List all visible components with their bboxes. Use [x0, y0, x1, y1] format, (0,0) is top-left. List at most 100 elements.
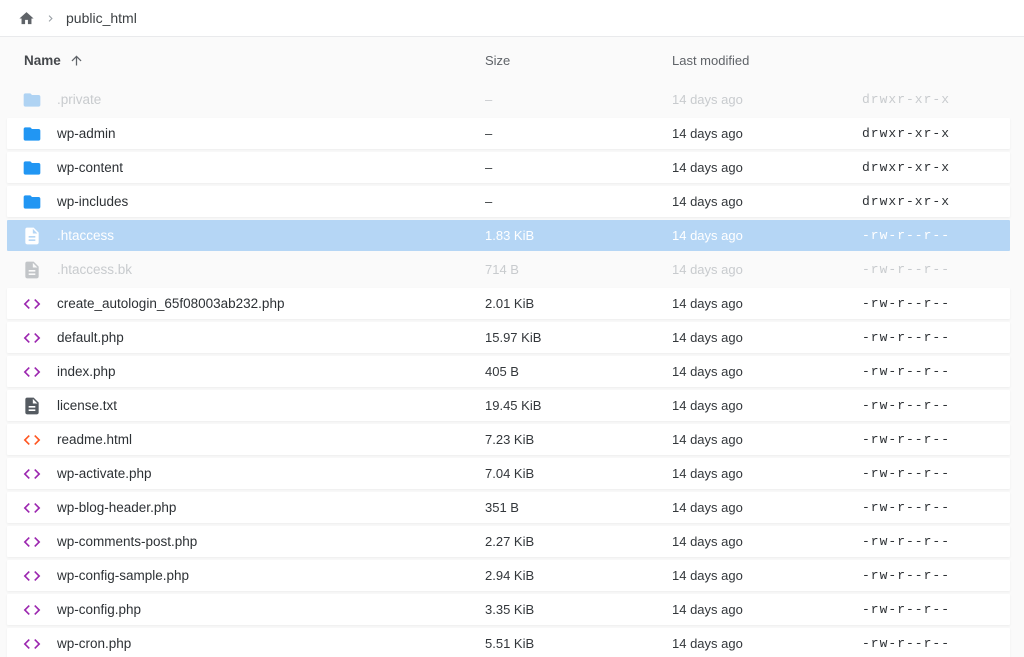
- file-permissions: drwxr-xr-x: [862, 160, 1010, 175]
- table-row[interactable]: wp-admin – 14 days ago drwxr-xr-x: [7, 118, 1010, 149]
- table-row[interactable]: wp-content – 14 days ago drwxr-xr-x: [7, 152, 1010, 183]
- file-icon: [22, 260, 42, 280]
- file-modified: 14 days ago: [672, 194, 862, 209]
- file-size: 405 B: [485, 364, 672, 379]
- breadcrumb-item-public-html[interactable]: public_html: [66, 10, 137, 26]
- table-row[interactable]: wp-config-sample.php 2.94 KiB 14 days ag…: [7, 560, 1010, 591]
- arrow-up-icon: [69, 53, 84, 68]
- file-modified: 14 days ago: [672, 92, 862, 107]
- file-size: –: [485, 160, 672, 175]
- code-icon: [22, 532, 42, 552]
- file-name: wp-config-sample.php: [57, 568, 189, 583]
- file-size: 3.35 KiB: [485, 602, 672, 617]
- file-size: 2.27 KiB: [485, 534, 672, 549]
- code-icon: [22, 634, 42, 654]
- file-permissions: drwxr-xr-x: [862, 92, 1010, 107]
- table-row[interactable]: wp-activate.php 7.04 KiB 14 days ago -rw…: [7, 458, 1010, 489]
- file-size: 2.01 KiB: [485, 296, 672, 311]
- column-header-modified[interactable]: Last modified: [672, 53, 862, 68]
- file-permissions: drwxr-xr-x: [862, 126, 1010, 141]
- file-modified: 14 days ago: [672, 500, 862, 515]
- table-row[interactable]: index.php 405 B 14 days ago -rw-r--r--: [7, 356, 1010, 387]
- code-icon: [22, 600, 42, 620]
- file-modified: 14 days ago: [672, 160, 862, 175]
- column-header-size[interactable]: Size: [485, 53, 672, 68]
- file-size: 1.83 KiB: [485, 228, 672, 243]
- code-icon: [22, 464, 42, 484]
- file-name-cell: .htaccess.bk: [7, 260, 485, 280]
- folder-icon: [22, 124, 42, 144]
- file-size: 19.45 KiB: [485, 398, 672, 413]
- table-row[interactable]: .htaccess 1.83 KiB 14 days ago -rw-r--r-…: [7, 220, 1010, 251]
- file-modified: 14 days ago: [672, 534, 862, 549]
- home-icon[interactable]: [18, 10, 35, 27]
- file-permissions: -rw-r--r--: [862, 568, 1010, 583]
- table-row[interactable]: wp-config.php 3.35 KiB 14 days ago -rw-r…: [7, 594, 1010, 625]
- file-size: –: [485, 194, 672, 209]
- file-permissions: -rw-r--r--: [862, 466, 1010, 481]
- file-modified: 14 days ago: [672, 602, 862, 617]
- table-row[interactable]: wp-comments-post.php 2.27 KiB 14 days ag…: [7, 526, 1010, 557]
- table-row[interactable]: .private – 14 days ago drwxr-xr-x: [7, 84, 1010, 115]
- file-name: wp-comments-post.php: [57, 534, 197, 549]
- table-row[interactable]: license.txt 19.45 KiB 14 days ago -rw-r-…: [7, 390, 1010, 421]
- file-size: 15.97 KiB: [485, 330, 672, 345]
- file-modified: 14 days ago: [672, 364, 862, 379]
- code-icon: [22, 566, 42, 586]
- table-row[interactable]: wp-includes – 14 days ago drwxr-xr-x: [7, 186, 1010, 217]
- file-name: default.php: [57, 330, 124, 345]
- code-icon: [22, 498, 42, 518]
- file-size: –: [485, 92, 672, 107]
- column-header-name[interactable]: Name: [24, 53, 485, 68]
- code-icon: [22, 362, 42, 382]
- file-modified: 14 days ago: [672, 262, 862, 277]
- file-modified: 14 days ago: [672, 398, 862, 413]
- file-permissions: -rw-r--r--: [862, 398, 1010, 413]
- file-icon: [22, 396, 42, 416]
- table-row[interactable]: wp-cron.php 5.51 KiB 14 days ago -rw-r--…: [7, 628, 1010, 657]
- file-name-cell: wp-config.php: [7, 600, 485, 620]
- file-permissions: -rw-r--r--: [862, 534, 1010, 549]
- file-modified: 14 days ago: [672, 296, 862, 311]
- file-permissions: -rw-r--r--: [862, 262, 1010, 277]
- file-icon: [22, 226, 42, 246]
- table-row[interactable]: default.php 15.97 KiB 14 days ago -rw-r-…: [7, 322, 1010, 353]
- chevron-right-icon: [44, 12, 57, 25]
- table-row[interactable]: readme.html 7.23 KiB 14 days ago -rw-r--…: [7, 424, 1010, 455]
- file-size: 714 B: [485, 262, 672, 277]
- file-table-body: .private – 14 days ago drwxr-xr-x wp-adm…: [7, 84, 1010, 657]
- file-name-cell: wp-comments-post.php: [7, 532, 485, 552]
- file-permissions: -rw-r--r--: [862, 228, 1010, 243]
- file-permissions: -rw-r--r--: [862, 364, 1010, 379]
- file-name-cell: index.php: [7, 362, 485, 382]
- file-name: wp-blog-header.php: [57, 500, 176, 515]
- table-row[interactable]: create_autologin_65f08003ab232.php 2.01 …: [7, 288, 1010, 319]
- file-name: .htaccess.bk: [57, 262, 132, 277]
- file-name-cell: wp-cron.php: [7, 634, 485, 654]
- file-size: 351 B: [485, 500, 672, 515]
- file-name-cell: license.txt: [7, 396, 485, 416]
- table-row[interactable]: wp-blog-header.php 351 B 14 days ago -rw…: [7, 492, 1010, 523]
- file-modified: 14 days ago: [672, 126, 862, 141]
- file-size: 2.94 KiB: [485, 568, 672, 583]
- file-name: wp-includes: [57, 194, 128, 209]
- folder-icon: [22, 192, 42, 212]
- file-permissions: -rw-r--r--: [862, 296, 1010, 311]
- file-name-cell: wp-includes: [7, 192, 485, 212]
- file-name-cell: .htaccess: [7, 226, 485, 246]
- file-modified: 14 days ago: [672, 330, 862, 345]
- file-name-cell: create_autologin_65f08003ab232.php: [7, 294, 485, 314]
- file-name: wp-config.php: [57, 602, 141, 617]
- file-name-cell: wp-activate.php: [7, 464, 485, 484]
- file-permissions: -rw-r--r--: [862, 330, 1010, 345]
- code-icon: [22, 294, 42, 314]
- file-modified: 14 days ago: [672, 466, 862, 481]
- file-permissions: -rw-r--r--: [862, 432, 1010, 447]
- file-name: .htaccess: [57, 228, 114, 243]
- folder-icon: [22, 158, 42, 178]
- table-row[interactable]: .htaccess.bk 714 B 14 days ago -rw-r--r-…: [7, 254, 1010, 285]
- table-header: Name Size Last modified: [0, 37, 1024, 84]
- code-icon: [22, 430, 42, 450]
- file-name: create_autologin_65f08003ab232.php: [57, 296, 284, 311]
- file-size: 7.23 KiB: [485, 432, 672, 447]
